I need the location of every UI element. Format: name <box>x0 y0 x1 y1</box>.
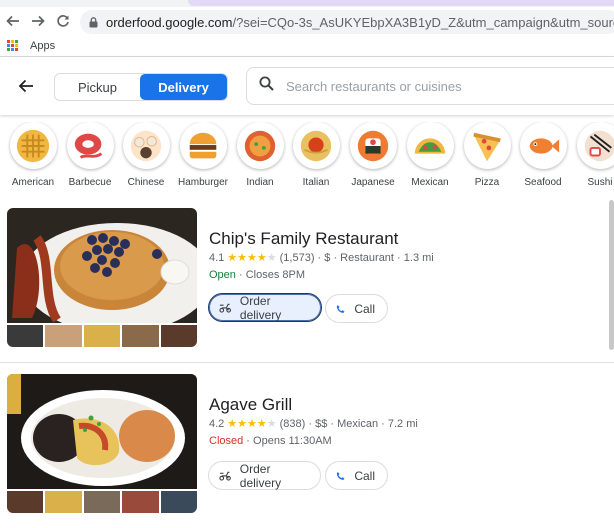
restaurant-card[interactable]: Chip's Family Restaurant 4.1 ★★★★★ (1,57… <box>0 208 614 358</box>
restaurant-distance: 7.2 mi <box>387 417 418 430</box>
cuisine-label: Chinese <box>127 177 165 188</box>
search-input[interactable] <box>286 78 586 94</box>
cuisine-item-barbecue[interactable]: Barbecue <box>60 122 120 188</box>
open-status: Open <box>209 269 236 281</box>
browser-toolbar: orderfood.google.com/?sei=CQo-3s_AsUKYEb… <box>0 7 614 35</box>
cuisine-label: Barbecue <box>68 177 112 188</box>
hours-detail: Opens 11:30AM <box>253 435 332 447</box>
pickup-tab[interactable]: Pickup <box>55 74 140 100</box>
back-arrow-icon[interactable] <box>18 78 34 99</box>
call-label: Call <box>354 301 375 316</box>
bookmarks-bar: Apps <box>0 35 614 57</box>
cuisine-item-japanese[interactable]: Japanese <box>343 122 403 188</box>
call-button[interactable]: Call <box>325 461 388 490</box>
review-count: (838) <box>279 417 306 430</box>
call-label: Call <box>354 468 375 483</box>
restaurant-distance: 1.3 mi <box>403 251 434 264</box>
apps-grid-icon[interactable] <box>7 40 18 51</box>
cuisine-item-chinese[interactable]: Chinese <box>116 122 176 188</box>
restaurant-card[interactable]: Agave Grill 4.2 ★★★★★ (838) · $$ · Mexic… <box>0 374 614 528</box>
cuisine-item-seafood[interactable]: Seafood <box>513 122 573 188</box>
cuisine-label: Pizza <box>474 177 500 188</box>
url-host: orderfood.google.com <box>106 14 233 30</box>
restaurant-photo-strip[interactable] <box>7 491 197 513</box>
search-icon[interactable] <box>259 76 274 96</box>
rating-value: 4.1 <box>209 251 225 264</box>
browser-forward-icon[interactable] <box>30 13 46 29</box>
rating-stars-icon: ★★★★★ <box>227 252 277 264</box>
closed-status: Closed <box>209 435 244 447</box>
restaurant-category: Restaurant <box>340 251 394 264</box>
browser-back-icon[interactable] <box>5 13 21 29</box>
waffle-icon <box>9 122 57 169</box>
phone-icon <box>336 471 345 480</box>
address-bar[interactable]: orderfood.google.com/?sei=CQo-3s_AsUKYEb… <box>80 10 614 34</box>
apps-bookmark[interactable]: Apps <box>30 40 55 52</box>
burger-icon <box>179 122 227 169</box>
rating-value: 4.2 <box>209 417 225 430</box>
scooter-icon <box>219 303 231 313</box>
restaurant-meta: 4.2 ★★★★★ (838) · $$ · Mexican · 7.2 mi <box>209 417 418 431</box>
cuisine-label: Seafood <box>524 177 562 188</box>
url-path: /?sei=CQo-3s_AsUKYEbpXA3B1yD_Z&utm_campa… <box>232 14 614 30</box>
cuisine-label: Sushi <box>587 177 613 188</box>
curry-icon <box>236 122 284 169</box>
taco-icon <box>406 122 454 169</box>
cuisine-item-hamburger[interactable]: Hamburger <box>173 122 233 188</box>
sushi-icon <box>349 122 397 169</box>
spaghetti-icon <box>292 122 340 169</box>
review-count: (1,573) <box>279 251 315 264</box>
price-level: $ <box>324 251 331 264</box>
cuisine-item-mexican[interactable]: Mexican <box>400 122 460 188</box>
cuisine-item-indian[interactable]: Indian <box>230 122 290 188</box>
cuisine-item-italian[interactable]: Italian <box>286 122 346 188</box>
restaurant-hero-photo[interactable] <box>7 208 197 323</box>
cuisine-carousel: American Barbecue Chinese Hamburger Indian It… <box>0 122 614 196</box>
restaurant-name[interactable]: Chip's Family Restaurant <box>209 229 398 249</box>
hours-status: Open · Closes 8PM <box>209 269 305 281</box>
browser-tab-strip <box>0 0 614 7</box>
delivery-tab[interactable]: Delivery <box>140 74 227 100</box>
cuisine-label: Italian <box>302 177 330 188</box>
card-divider <box>0 362 614 363</box>
order-delivery-button[interactable]: Order delivery <box>208 293 322 322</box>
cuisine-label: Hamburger <box>177 177 229 188</box>
pickup-delivery-toggle: Pickup Delivery <box>54 73 228 101</box>
rating-stars-icon: ★★★★★ <box>227 418 277 430</box>
order-delivery-label: Order delivery <box>239 461 282 490</box>
phone-icon <box>336 304 345 313</box>
pizza-icon <box>463 122 511 169</box>
scooter-icon <box>219 471 231 481</box>
cuisine-label: Indian <box>246 177 274 188</box>
browser-tab[interactable] <box>188 0 614 6</box>
restaurant-category: Mexican <box>337 417 379 430</box>
cuisine-label: American <box>11 177 55 188</box>
hours-status: Closed · Opens 11:30AM <box>209 435 332 447</box>
cuisine-item-pizza[interactable]: Pizza <box>457 122 517 188</box>
restaurant-name[interactable]: Agave Grill <box>209 395 292 415</box>
cuisine-label: Mexican <box>411 177 449 188</box>
dumplings-icon <box>122 122 170 169</box>
cuisine-label: Japanese <box>351 177 395 188</box>
steak-icon <box>66 122 114 169</box>
lock-icon <box>89 16 98 28</box>
price-level: $$ <box>315 417 328 430</box>
order-delivery-button[interactable]: Order delivery <box>208 461 321 490</box>
browser-reload-icon[interactable] <box>55 13 71 29</box>
cuisine-item-american[interactable]: American <box>3 122 63 188</box>
chopsticks-icon <box>576 122 614 169</box>
call-button[interactable]: Call <box>325 294 388 323</box>
app-header: Pickup Delivery <box>0 57 614 115</box>
cuisine-item-sushi[interactable]: Sushi <box>570 122 614 188</box>
hours-detail: Closes 8PM <box>245 269 305 281</box>
search-box <box>246 67 614 105</box>
fish-icon <box>519 122 567 169</box>
restaurant-photo-strip[interactable] <box>7 325 197 347</box>
order-delivery-label: Order delivery <box>239 293 282 322</box>
page-scrollbar[interactable] <box>609 200 614 350</box>
restaurant-hero-photo[interactable] <box>7 374 197 489</box>
restaurant-meta: 4.1 ★★★★★ (1,573) · $ · Restaurant · 1.3… <box>209 251 434 265</box>
